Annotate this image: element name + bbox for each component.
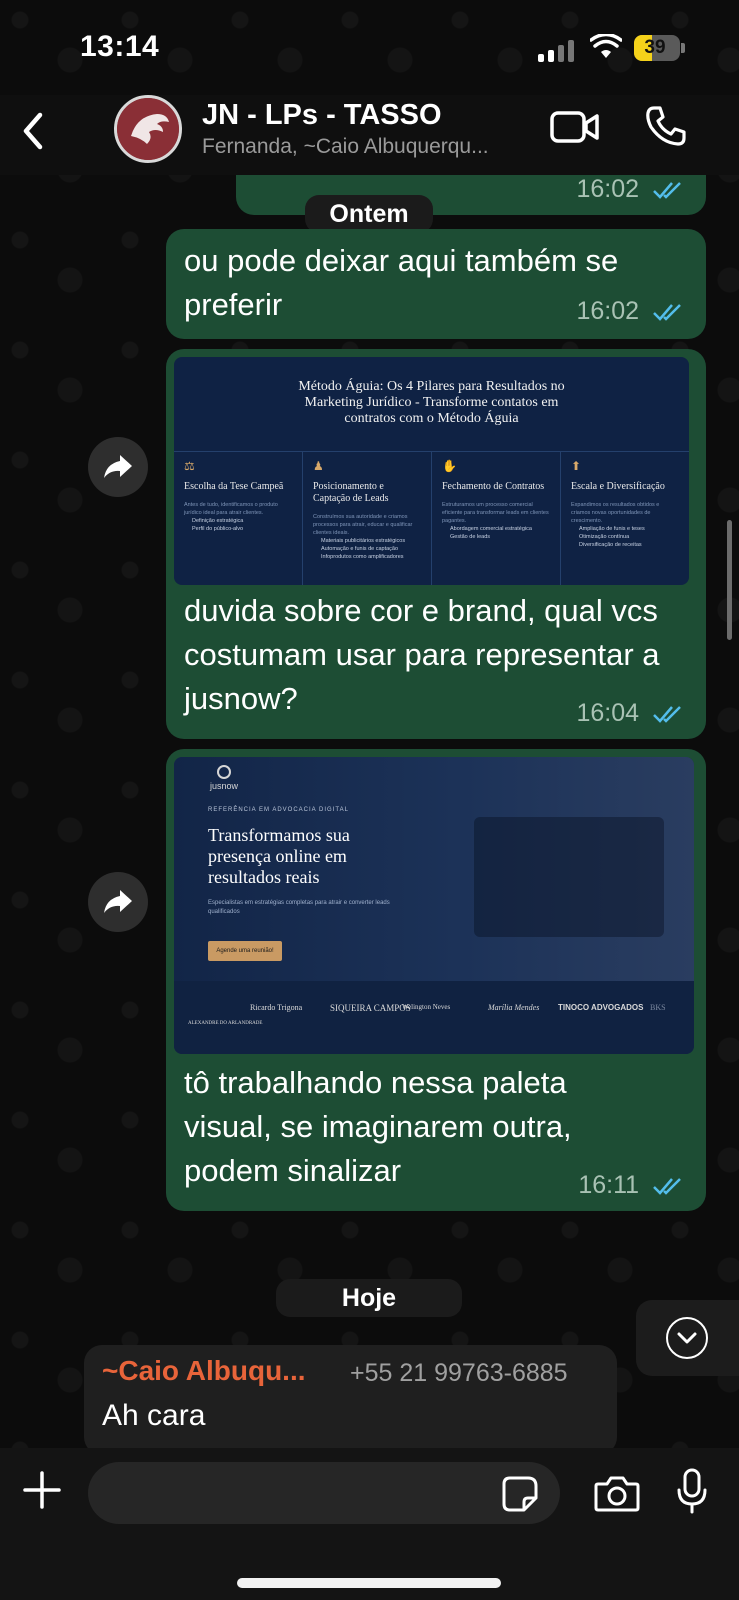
- group-avatar[interactable]: [114, 95, 182, 163]
- message-list[interactable]: 16:02 Ontem ou pode deixar aqui também s…: [0, 175, 739, 1455]
- image-message-bubble[interactable]: Método Águia: Os 4 Pilares para Resultad…: [166, 349, 706, 739]
- status-time: 13:14: [80, 30, 160, 63]
- message-input[interactable]: [88, 1462, 560, 1524]
- microphone-icon[interactable]: [676, 1468, 708, 1514]
- date-separator-yesterday: Ontem: [305, 195, 433, 233]
- chevron-down-icon: [677, 1332, 697, 1344]
- forward-arrow-icon: [104, 890, 132, 913]
- image-heading: Método Águia: Os 4 Pilares para Resultad…: [298, 379, 565, 426]
- client-logos-row: ALEXANDRE DO ARLANDRADE Ricardo Trigona …: [174, 981, 694, 1054]
- battery-level: 39: [644, 37, 666, 58]
- incoming-message-bubble[interactable]: ~Caio Albuqu... +55 21 99763-6885 Ah car…: [84, 1345, 617, 1455]
- read-receipt-icon: [653, 182, 681, 200]
- shared-image-metodo-aguia[interactable]: Método Águia: Os 4 Pilares para Resultad…: [174, 357, 689, 585]
- read-receipt-icon: [653, 706, 681, 724]
- battery-icon: 39: [634, 35, 680, 61]
- scrollbar[interactable]: [727, 520, 732, 640]
- pillar-icon: ✋: [442, 459, 457, 473]
- pillar-icon: ⬆: [571, 459, 582, 473]
- wifi-icon: [590, 34, 622, 58]
- back-chevron-icon[interactable]: [14, 107, 54, 155]
- sticker-icon[interactable]: [502, 1476, 538, 1512]
- message-bubble[interactable]: ou pode deixar aqui também se preferir 1…: [166, 229, 706, 339]
- pillar-icon: ⚖: [184, 459, 195, 473]
- scroll-to-bottom-button[interactable]: [636, 1300, 739, 1376]
- pillar-icon: ♟: [313, 459, 324, 473]
- jusnow-logo: jusnow: [210, 765, 238, 791]
- plus-icon[interactable]: [22, 1470, 62, 1510]
- chat-participants[interactable]: Fernanda, ~Caio Albuquerqu...: [202, 135, 489, 159]
- phone-call-icon[interactable]: [645, 105, 687, 147]
- cta-button-image: Agende uma reunião!: [208, 941, 282, 961]
- image-message-bubble[interactable]: jusnow REFERÊNCIA EM ADVOCACIA DIGITAL T…: [166, 749, 706, 1211]
- read-receipt-icon: [653, 304, 681, 322]
- shared-image-jusnow-landing[interactable]: jusnow REFERÊNCIA EM ADVOCACIA DIGITAL T…: [174, 757, 694, 1054]
- message-time: 16:02: [576, 297, 640, 325]
- status-bar: 13:14 39: [0, 0, 739, 95]
- chat-title[interactable]: JN - LPs - TASSO: [202, 99, 442, 132]
- sender-phone: +55 21 99763-6885: [350, 1359, 568, 1387]
- read-receipt-icon: [653, 1178, 681, 1196]
- chat-header: JN - LPs - TASSO Fernanda, ~Caio Albuque…: [0, 95, 739, 175]
- date-separator-today: Hoje: [276, 1279, 462, 1317]
- pillar-card: ⚖ Escolha da Tese Campeã Antes de tudo, …: [174, 451, 303, 585]
- pillar-card: ✋ Fechamento de Contratos Estruturamos u…: [432, 451, 561, 585]
- message-text: Ah cara: [102, 1399, 206, 1432]
- pillar-card: ♟ Posicionamento e Captação de Leads Con…: [303, 451, 432, 585]
- forward-button[interactable]: [88, 437, 148, 497]
- cellular-signal-icon: [538, 38, 578, 62]
- forward-button[interactable]: [88, 872, 148, 932]
- message-time: 16:04: [576, 699, 640, 727]
- message-time: 16:02: [576, 175, 640, 203]
- composer-bar: [0, 1448, 739, 1600]
- sender-name[interactable]: ~Caio Albuqu...: [102, 1355, 306, 1387]
- video-call-icon[interactable]: [550, 109, 600, 145]
- message-time: 16:11: [578, 1171, 640, 1199]
- camera-icon[interactable]: [594, 1474, 640, 1512]
- home-indicator: [237, 1578, 501, 1588]
- pillar-card: ⬆ Escala e Diversificação Expandimos os …: [561, 451, 689, 585]
- forward-arrow-icon: [104, 455, 132, 478]
- eagle-logo-icon: [117, 98, 179, 160]
